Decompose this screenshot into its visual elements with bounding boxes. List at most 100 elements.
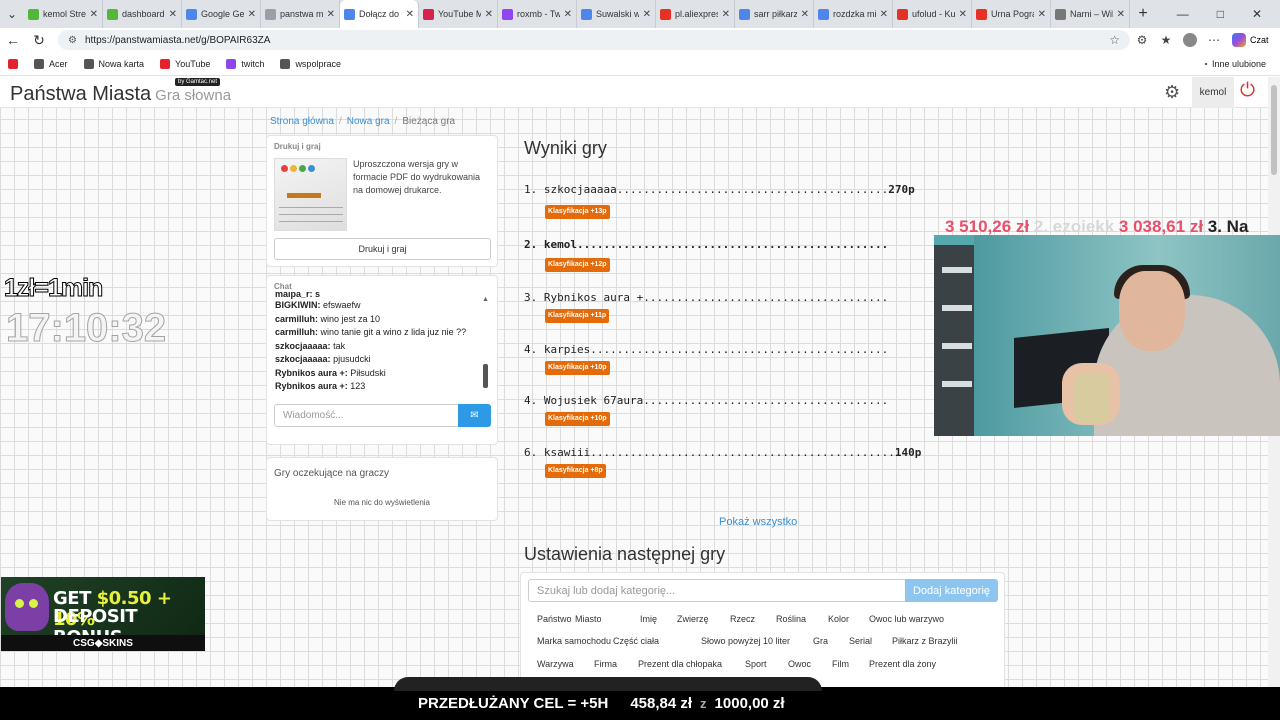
bookmark-item[interactable]: Acer [34, 58, 68, 69]
tab-close-icon[interactable]: ✕ [485, 9, 493, 20]
bookmark-item[interactable] [8, 58, 18, 69]
tab-close-icon[interactable]: ✕ [248, 9, 256, 20]
browser-tab[interactable]: dashboard ✕ [103, 0, 182, 28]
classification-badge: Klasyfikacja +8p [545, 464, 606, 478]
category-chip[interactable]: Kolor [828, 614, 849, 624]
category-chip[interactable]: Owoc [788, 659, 811, 669]
bookmark-item[interactable]: twitch [226, 58, 264, 69]
site-info-icon[interactable]: ⚙ [68, 35, 77, 46]
tab-close-icon[interactable]: ✕ [564, 9, 572, 20]
webcam-feed [934, 235, 1280, 436]
reload-icon[interactable]: ↻ [26, 28, 52, 52]
browser-tab[interactable]: YouTube M ✕ [419, 0, 498, 28]
browser-tab[interactable]: Suwalski wo ✕ [577, 0, 656, 28]
waiting-games-title: Gry oczekujące na graczy [274, 468, 390, 479]
close-window-icon[interactable]: ✕ [1252, 7, 1262, 21]
breadcrumb-home[interactable]: Strona główna [270, 116, 334, 127]
favorites-icon[interactable]: ★ [1154, 33, 1178, 47]
tab-favicon-icon [660, 8, 671, 20]
category-chip[interactable]: Sport [745, 659, 767, 669]
copilot-button[interactable]: Czat [1232, 33, 1269, 47]
tab-close-icon[interactable]: ✕ [169, 9, 177, 20]
category-chip[interactable]: Miasto [575, 614, 602, 624]
browser-tab[interactable]: Google Gem ✕ [182, 0, 261, 28]
site-logo[interactable]: Państwa Miasta Gra słowna [10, 83, 231, 106]
browser-tab[interactable]: rozdzka mi ✕ [814, 0, 893, 28]
tab-title: YouTube M [438, 9, 481, 19]
username-button[interactable]: kemol [1192, 77, 1234, 108]
folder-icon [1204, 62, 1207, 65]
goal-label: PRZEDŁUŻANY CEL = +5H [418, 695, 609, 712]
chat-send-button[interactable]: ✉ [458, 404, 491, 427]
category-chip[interactable]: Rzecz [730, 614, 755, 624]
tab-favicon-icon [265, 8, 276, 20]
category-chip[interactable]: Firma [594, 659, 617, 669]
chat-scroll-thumb[interactable] [483, 364, 488, 388]
chat-scrollbar[interactable]: ▲ [481, 296, 490, 396]
browser-tab[interactable]: sarr piłkarz ✕ [735, 0, 814, 28]
bookmark-item[interactable]: Nowa karta [83, 58, 144, 69]
tab-list-chevron-icon[interactable]: ⌄ [0, 0, 24, 28]
tab-close-icon[interactable]: ✕ [327, 9, 335, 20]
browser-tab[interactable]: Dołącz do g ✕ [340, 0, 419, 28]
page-scroll-thumb[interactable] [1271, 85, 1277, 175]
chat-messages[interactable]: malpa_r: s BIGKIWIN: efswaefw carmilluh: … [275, 292, 480, 398]
bookmark-item[interactable]: YouTube [160, 58, 210, 69]
tab-close-icon[interactable]: ✕ [959, 9, 967, 20]
print-and-play-button[interactable]: Drukuj i graj [274, 238, 491, 260]
category-chip[interactable]: Owoc lub warzywo [869, 614, 944, 624]
tab-close-icon[interactable]: ✕ [880, 9, 888, 20]
browser-tab[interactable]: roxmb - Tw ✕ [498, 0, 577, 28]
profile-avatar[interactable] [1183, 33, 1197, 47]
tab-close-icon[interactable]: ✕ [90, 9, 98, 20]
ticker-name-2: 2. ezoiekk [1033, 217, 1115, 236]
maximize-icon[interactable]: □ [1217, 7, 1224, 21]
browser-tab[interactable]: Urna Pogra ✕ [972, 0, 1051, 28]
more-menu-icon[interactable]: ⋯ [1202, 33, 1226, 47]
browser-tab[interactable]: kemol Strea ✕ [24, 0, 103, 28]
category-chip[interactable]: Piłkarz z Brazylii [892, 636, 958, 646]
category-chip[interactable]: Serial [849, 636, 872, 646]
breadcrumb-new-game[interactable]: Nowa gra [347, 116, 390, 127]
address-bar[interactable]: ⚙ https://panstwamiasta.net/g/BOPAIR63ZA… [58, 30, 1130, 50]
category-chip[interactable]: Gra [813, 636, 828, 646]
browser-tab[interactable]: pl.aliexpres ✕ [656, 0, 735, 28]
other-bookmarks[interactable]: Inne ulubione [1204, 59, 1266, 69]
add-category-button[interactable]: Dodaj kategorię [905, 579, 998, 602]
category-chip[interactable]: Prezent dla żony [869, 659, 936, 669]
category-chip[interactable]: Imię [640, 614, 657, 624]
chat-message-input[interactable]: Wiadomość... [274, 404, 459, 427]
category-search-input[interactable]: Szukaj lub dodaj kategorię... [528, 579, 906, 602]
category-chip[interactable]: Słowo powyżej 10 liter [701, 636, 790, 646]
minimize-icon[interactable]: — [1177, 7, 1189, 21]
category-chip[interactable]: Roślina [776, 614, 806, 624]
category-chip[interactable]: Zwierzę [677, 614, 709, 624]
settings-gear-icon[interactable]: ⚙ [1164, 82, 1180, 103]
favorite-star-icon[interactable]: ☆ [1109, 33, 1120, 47]
extensions-icon[interactable]: ⚙ [1130, 33, 1154, 47]
tab-close-icon[interactable]: ✕ [406, 9, 414, 20]
tab-close-icon[interactable]: ✕ [801, 9, 809, 20]
category-chip[interactable]: Część ciała [613, 636, 659, 646]
browser-tab[interactable]: panstwa mi ✕ [261, 0, 340, 28]
ad-mascot-image [5, 583, 49, 631]
new-tab-button[interactable]: + [1130, 5, 1156, 23]
category-chip[interactable]: Marka samochodu [537, 636, 611, 646]
tab-close-icon[interactable]: ✕ [643, 9, 651, 20]
sponsor-ad-banner[interactable]: GET $0.50 + 10% DEPOSIT BONUS CSG◆SKINS [1, 577, 205, 651]
logout-power-icon[interactable]: ⏻ [1240, 80, 1255, 102]
category-chip[interactable]: Państwo [537, 614, 572, 624]
bookmark-item[interactable]: wspolprace [280, 58, 341, 69]
category-chip[interactable]: Film [832, 659, 849, 669]
browser-tab[interactable]: Narni – Wik ✕ [1051, 0, 1130, 28]
back-icon[interactable]: ← [0, 28, 26, 52]
browser-tab[interactable]: ufolud - Ku ✕ [893, 0, 972, 28]
tab-close-icon[interactable]: ✕ [1038, 9, 1046, 20]
show-all-link[interactable]: Pokaż wszystko [719, 516, 797, 528]
category-chip[interactable]: Warzywa [537, 659, 574, 669]
tab-close-icon[interactable]: ✕ [722, 9, 730, 20]
scroll-up-icon[interactable]: ▲ [481, 296, 490, 303]
tab-favicon-icon [897, 8, 908, 20]
tab-close-icon[interactable]: ✕ [1117, 9, 1125, 20]
category-chip[interactable]: Prezent dla chłopaka [638, 659, 722, 669]
